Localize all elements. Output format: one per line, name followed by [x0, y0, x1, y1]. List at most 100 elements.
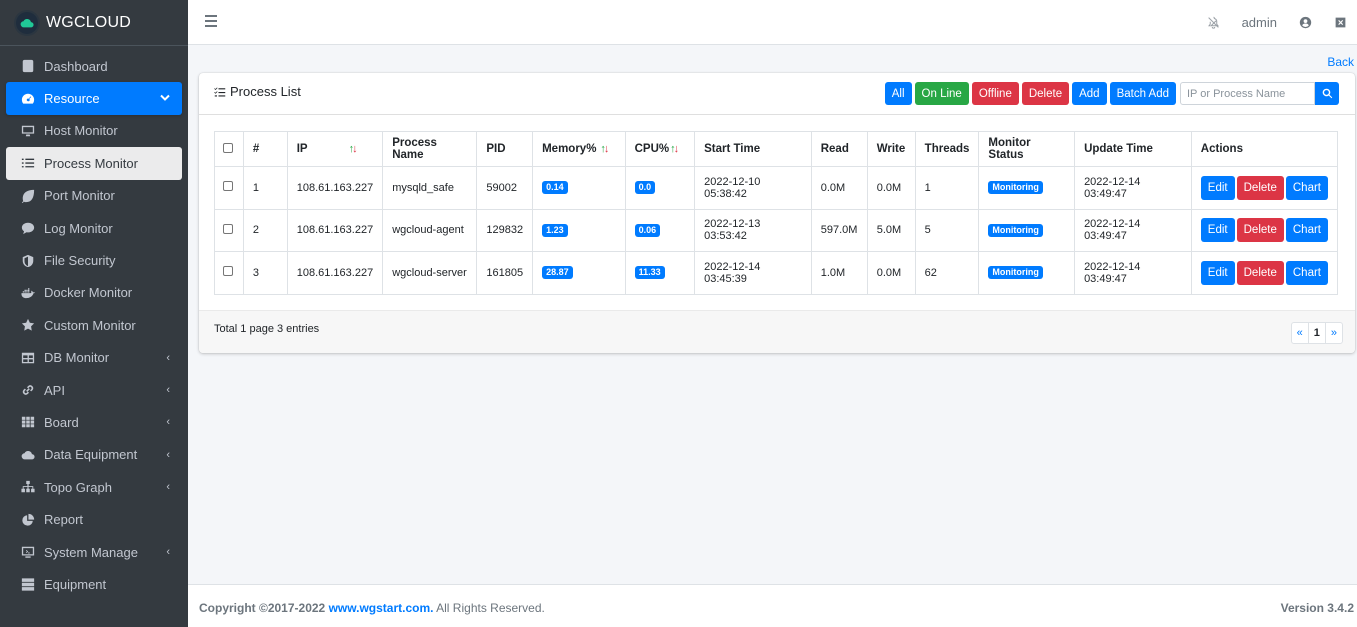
search-input[interactable] — [1180, 82, 1315, 105]
sidebar-item-topo-graph[interactable]: Topo Graph ‹ — [6, 471, 182, 503]
row-actions: Edit Delete Chart — [1190, 208, 1339, 252]
sidebar-item-data-equipment[interactable]: Data Equipment ‹ — [6, 439, 182, 471]
status-badge: Monitoring — [988, 181, 1043, 195]
sidebar-item-custom-monitor[interactable]: Custom Monitor — [6, 309, 182, 341]
add-button[interactable]: Add — [1072, 82, 1107, 105]
bell-slash-icon[interactable] — [1207, 16, 1220, 29]
row-write: 0.0M — [866, 166, 916, 210]
header-memory[interactable]: Memory% ↑↓ — [532, 131, 626, 167]
row-update-time: 2022-12-14 03:49:47 — [1074, 208, 1192, 252]
filter-all-button[interactable]: All — [884, 82, 912, 105]
header-pid: PID — [476, 131, 534, 167]
tachometer-icon — [20, 91, 36, 107]
sidebar-item-port-monitor[interactable]: Port Monitor — [6, 180, 182, 212]
sidebar-item-report[interactable]: Report — [6, 503, 182, 535]
row-ip: 108.61.163.227 — [286, 208, 384, 252]
sidebar-item-label: Resource — [44, 91, 100, 107]
header-ip-label: IP — [296, 143, 308, 155]
row-num: 1 — [242, 166, 288, 210]
sidebar-item-host-monitor[interactable]: Host Monitor — [6, 115, 182, 147]
chevron-left-icon: ‹ — [166, 546, 170, 559]
sidebar-item-dashboard[interactable]: Dashboard — [6, 50, 182, 82]
chevron-left-icon: ‹ — [166, 351, 170, 364]
back-link[interactable]: Back — [1327, 55, 1354, 69]
row-cpu-cell: 0.06 — [624, 208, 696, 252]
chevron-left-icon: ‹ — [166, 416, 170, 429]
table-row: 3 108.61.163.227 wgcloud-server 161805 2… — [214, 251, 1339, 295]
sort-arrows-icon[interactable]: ↑↓ — [670, 143, 679, 155]
row-select-cell[interactable] — [214, 208, 244, 252]
sidebar-item-system-manage[interactable]: System Manage ‹ — [6, 536, 182, 568]
sort-arrows-icon[interactable]: ↑↓ — [600, 143, 609, 155]
sidebar-item-process-monitor[interactable]: Process Monitor — [6, 147, 182, 180]
select-all-checkbox[interactable] — [223, 142, 233, 153]
row-num: 2 — [242, 208, 288, 252]
memory-badge: 1.23 — [542, 223, 568, 237]
pager-next[interactable]: » — [1324, 322, 1343, 344]
chart-button[interactable]: Chart — [1285, 260, 1328, 285]
row-update-time: 2022-12-14 03:49:47 — [1074, 166, 1192, 210]
pager-page-1[interactable]: 1 — [1307, 322, 1326, 344]
row-select-cell[interactable] — [214, 166, 244, 210]
sidebar-item-label: Topo Graph — [44, 479, 112, 495]
sidebar-item-label: Board — [44, 414, 79, 430]
sidebar-item-docker-monitor[interactable]: Docker Monitor — [6, 277, 182, 309]
grid-icon — [20, 414, 36, 430]
sidebar-item-label: Data Equipment — [44, 447, 138, 463]
delete-button[interactable]: Delete — [1236, 218, 1284, 243]
sidebar-item-api[interactable]: API ‹ — [6, 374, 182, 406]
row-pid: 161805 — [476, 251, 534, 295]
pager-prev[interactable]: « — [1290, 322, 1309, 344]
row-start-time: 2022-12-10 05:38:42 — [694, 166, 812, 210]
sidebar-item-board[interactable]: Board ‹ — [6, 406, 182, 438]
sidebar-item-log-monitor[interactable]: Log Monitor — [6, 212, 182, 244]
sidebar-item-label: System Manage — [44, 544, 138, 560]
user-name[interactable]: admin — [1242, 15, 1277, 30]
sidebar-item-label: DB Monitor — [44, 350, 110, 366]
menu-toggle-icon[interactable] — [205, 15, 217, 29]
filter-online-button[interactable]: On Line — [914, 82, 969, 105]
total-entries: Total 1 page 3 entries — [214, 323, 320, 335]
header-monitor-status: Monitor Status — [978, 131, 1076, 167]
search-button[interactable] — [1315, 82, 1339, 105]
sidebar-item-resource[interactable]: Resource — [6, 82, 182, 115]
close-window-icon[interactable] — [1334, 16, 1347, 29]
row-memory-cell: 1.23 — [532, 208, 626, 252]
row-select-cell[interactable] — [214, 251, 244, 295]
header-select-all[interactable] — [214, 131, 244, 167]
card-tools: All On Line Offline Delete Add Batch Add — [882, 82, 1339, 105]
sidebar-item-db-monitor[interactable]: DB Monitor ‹ — [6, 342, 182, 374]
bulk-delete-button[interactable]: Delete — [1021, 82, 1070, 105]
user-circle-icon[interactable] — [1299, 16, 1312, 29]
sort-arrows-icon[interactable]: ↑↓ — [349, 143, 358, 155]
edit-button[interactable]: Edit — [1200, 175, 1235, 200]
brand[interactable]: WGCLOUD — [0, 0, 188, 46]
sidebar-item-label: Port Monitor — [44, 188, 115, 204]
row-checkbox[interactable] — [223, 181, 233, 192]
header-process-name: Process Name — [382, 131, 478, 167]
version: Version 3.4.2 — [1280, 601, 1354, 615]
filter-offline-button[interactable]: Offline — [971, 82, 1019, 105]
chart-button[interactable]: Chart — [1285, 175, 1328, 200]
row-checkbox[interactable] — [223, 223, 233, 234]
card-footer: Total 1 page 3 entries « 1 » — [199, 310, 1355, 353]
header-ip[interactable]: IP ↑↓ — [286, 131, 384, 167]
copyright-link[interactable]: www.wgstart.com. — [329, 601, 434, 615]
chart-button[interactable]: Chart — [1285, 218, 1328, 243]
sidebar-item-label: Docker Monitor — [44, 285, 133, 301]
sidebar-item-file-security[interactable]: File Security — [6, 244, 182, 276]
topbar-right: admin — [1185, 0, 1347, 45]
edit-button[interactable]: Edit — [1200, 218, 1235, 243]
row-cpu-cell: 0.0 — [624, 166, 696, 210]
sidebar-item-label: Equipment — [44, 576, 107, 592]
delete-button[interactable]: Delete — [1236, 260, 1284, 285]
header-threads: Threads — [914, 131, 980, 167]
edit-button[interactable]: Edit — [1200, 260, 1235, 285]
header-cpu[interactable]: CPU%↑↓ — [624, 131, 696, 167]
comment-icon — [20, 220, 36, 236]
sidebar-item-equipment[interactable]: Equipment — [6, 568, 182, 600]
row-checkbox[interactable] — [223, 266, 233, 277]
desktop-icon — [20, 123, 36, 139]
batch-add-button[interactable]: Batch Add — [1109, 82, 1176, 105]
delete-button[interactable]: Delete — [1236, 175, 1284, 200]
